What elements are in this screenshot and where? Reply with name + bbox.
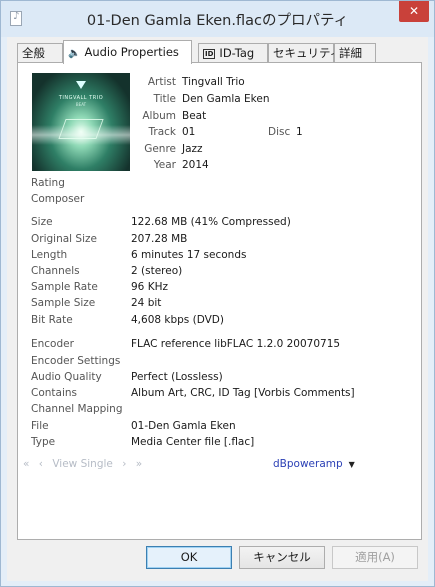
disc-label: Disc — [268, 126, 291, 138]
original-size-value: 207.28 MB — [131, 233, 188, 245]
length-value: 6 minutes 17 seconds — [131, 249, 247, 261]
title-label: Title — [153, 93, 176, 105]
tab-security[interactable]: セキュリティ — [268, 43, 341, 63]
composer-label: Composer — [31, 193, 85, 205]
sample-size-label: Sample Size — [31, 297, 96, 309]
bit-rate-label: Bit Rate — [31, 314, 73, 326]
contains-value: Album Art, CRC, ID Tag [Vorbis Comments] — [131, 387, 355, 399]
type-value: Media Center file [.flac] — [131, 436, 255, 448]
rating-label: Rating — [31, 177, 65, 189]
last-item-icon[interactable]: » — [136, 458, 142, 470]
artist-value: Tingvall Trio — [182, 76, 245, 88]
track-label: Track — [148, 126, 176, 138]
bit-rate-value: 4,608 kbps (DVD) — [131, 314, 224, 326]
properties-window: 01-Den Gamla Eken.flacのプロパティ ✕ 全般 🔈Audio… — [0, 0, 435, 587]
title-bar[interactable]: 01-Den Gamla Eken.flacのプロパティ ✕ — [1, 1, 434, 37]
original-size-label: Original Size — [31, 233, 97, 245]
channels-label: Channels — [31, 265, 80, 277]
tab-general[interactable]: 全般 — [17, 43, 63, 63]
dropdown-arrow-icon: ▼ — [348, 460, 355, 469]
window-title: 01-Den Gamla Eken.flacのプロパティ — [86, 13, 349, 29]
first-item-icon[interactable]: « — [23, 458, 29, 470]
tab-id-tag[interactable]: ID ID-Tag — [198, 43, 268, 63]
tab-id-tag-label: ID-Tag — [219, 46, 255, 60]
sample-rate-value: 96 KHz — [131, 281, 168, 293]
close-button[interactable]: ✕ — [399, 1, 429, 22]
tab-details[interactable]: 詳細 — [334, 43, 376, 63]
dbpoweramp-menu[interactable]: dBpoweramp ▼ — [273, 458, 355, 470]
track-value: 01 — [182, 126, 196, 138]
sample-size-value: 24 bit — [131, 297, 162, 309]
channel-mapping-label: Channel Mapping — [31, 403, 123, 415]
item-navigation: « ‹ View Single › » — [23, 458, 148, 470]
size-value: 122.68 MB (41% Compressed) — [131, 216, 291, 228]
speaker-icon: 🔈 — [68, 48, 81, 59]
encoder-value: FLAC reference libFLAC 1.2.0 20070715 — [131, 338, 341, 350]
cover-logo-triangle — [76, 81, 86, 89]
year-label: Year — [153, 159, 176, 171]
file-label: File — [31, 420, 49, 432]
contains-label: Contains — [31, 387, 78, 399]
year-value: 2014 — [182, 159, 209, 171]
id-tag-icon: ID — [203, 49, 216, 59]
ok-button[interactable]: OK — [146, 546, 232, 569]
previous-item-icon[interactable]: ‹ — [39, 458, 43, 470]
next-item-icon[interactable]: › — [122, 458, 126, 470]
encoder-label: Encoder — [31, 338, 74, 350]
tab-general-label: 全般 — [22, 46, 45, 60]
artist-label: Artist — [147, 76, 176, 88]
audio-quality-label: Audio Quality — [31, 371, 102, 383]
title-value: Den Gamla Eken — [182, 93, 270, 105]
genre-value: Jazz — [182, 143, 203, 155]
disc-value: 1 — [296, 126, 303, 138]
cover-shape — [58, 119, 104, 139]
view-single-link[interactable]: View Single — [52, 458, 113, 470]
sample-rate-label: Sample Rate — [31, 281, 98, 293]
encoder-settings-label: Encoder Settings — [31, 355, 121, 367]
tab-details-label: 詳細 — [339, 46, 362, 60]
size-label: Size — [31, 216, 53, 228]
tab-security-label: セキュリティ — [273, 46, 342, 60]
dialog-client: 全般 🔈 Audio Properties ID ID-Tag セキュリティ 詳細 … — [7, 37, 428, 581]
tab-audio-properties[interactable]: 🔈 Audio Properties — [63, 40, 192, 64]
tab-audio-properties-label: Audio Properties — [84, 45, 179, 59]
genre-label: Genre — [144, 143, 176, 155]
channels-value: 2 (stereo) — [131, 265, 183, 277]
album-label: Album — [142, 110, 176, 122]
length-label: Length — [31, 249, 68, 261]
type-label: Type — [31, 436, 56, 448]
audio-quality-value: Perfect (Lossless) — [131, 371, 223, 383]
apply-button[interactable]: 適用(A) — [332, 546, 418, 569]
file-value: 01-Den Gamla Eken — [131, 420, 236, 432]
dbpoweramp-label: dBpoweramp — [273, 458, 343, 470]
cancel-button[interactable]: キャンセル — [239, 546, 325, 569]
album-value: Beat — [182, 110, 207, 122]
